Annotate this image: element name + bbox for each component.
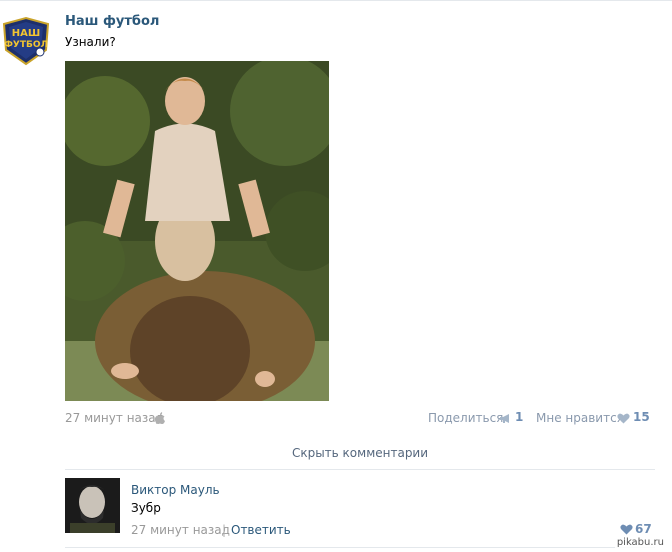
top-border [0, 0, 672, 1]
share-button[interactable]: Поделиться [428, 411, 503, 425]
like-button[interactable]: Мне нравится [536, 411, 624, 425]
community-logo[interactable]: НАШ ФУТБОЛ [0, 14, 52, 66]
comment-like-count: 67 [635, 522, 652, 536]
hide-comments-link[interactable]: Скрыть комментарии [0, 446, 672, 460]
reply-button[interactable]: Ответить [231, 523, 291, 537]
comment-author-link[interactable]: Виктор Мауль [131, 483, 220, 497]
post-text: Узнали? [65, 35, 116, 49]
comment-heart-icon[interactable] [620, 524, 633, 535]
post-author-link[interactable]: Наш футбол [65, 14, 159, 29]
like-count: 15 [633, 410, 650, 424]
comment-time[interactable]: 27 минут назад [131, 523, 230, 537]
post-time[interactable]: 27 минут назад [65, 411, 164, 425]
apple-icon [154, 412, 165, 424]
watermark: pikabu.ru [614, 537, 666, 548]
comment-separator: | [222, 523, 227, 537]
share-count: 1 [515, 410, 524, 424]
comment-text: Зубр [131, 501, 161, 515]
bottom-divider [65, 547, 655, 548]
post-photo[interactable] [65, 61, 329, 401]
heart-icon[interactable] [617, 413, 630, 424]
divider [65, 469, 655, 470]
megaphone-icon[interactable] [499, 413, 512, 424]
logo-text-top: НАШ [12, 28, 40, 39]
commenter-avatar[interactable] [65, 478, 120, 533]
